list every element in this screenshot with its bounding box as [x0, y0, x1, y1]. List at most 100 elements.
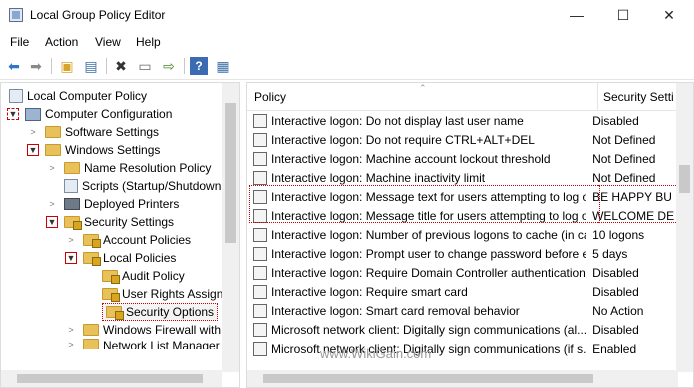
- tree-node-local-policies[interactable]: ▼ Local Policies: [65, 249, 176, 267]
- chevron-right-icon[interactable]: >: [46, 198, 58, 210]
- export-list-icon[interactable]: ⇨: [160, 57, 178, 75]
- tree-label: Account Policies: [103, 233, 192, 247]
- watermark: www.WikiGain.com: [320, 346, 432, 361]
- policy-setting-value: Not Defined: [592, 151, 656, 166]
- tree-node-name-resolution-policy[interactable]: > Name Resolution Policy: [46, 159, 211, 177]
- tree-node-scripts[interactable]: Scripts (Startup/Shutdown: [64, 177, 221, 195]
- tree-node-software-settings[interactable]: > Software Settings: [27, 123, 159, 141]
- policy-name: Interactive logon: Machine account locko…: [271, 151, 551, 166]
- policy-setting-icon: [253, 265, 267, 280]
- policy-name: Interactive logon: Smart card removal be…: [271, 303, 520, 318]
- close-button[interactable]: ✕: [646, 0, 692, 32]
- tree-label: Audit Policy: [122, 269, 185, 283]
- list-horizontal-scrollbar[interactable]: [247, 370, 678, 387]
- policy-name: Interactive logon: Prompt user to change…: [271, 246, 587, 261]
- folder-icon: [45, 126, 61, 138]
- chevron-down-icon[interactable]: ▼: [27, 144, 39, 156]
- tree-node-windows-firewall[interactable]: > Windows Firewall with: [65, 321, 221, 339]
- show-hide-tree-icon[interactable]: ▤: [82, 57, 100, 75]
- policy-row[interactable]: Interactive logon: Do not require CTRL+A…: [247, 130, 678, 149]
- policy-setting-icon: [253, 113, 267, 128]
- sort-ascending-icon: ⌃: [419, 83, 427, 93]
- selected-node-box[interactable]: Security Options: [102, 303, 219, 321]
- policy-setting-icon: [253, 284, 267, 299]
- tree-node-user-rights-assignment[interactable]: User Rights Assignm: [84, 285, 233, 303]
- list-hscroll-thumb[interactable]: [263, 374, 593, 383]
- policy-row[interactable]: Interactive logon: Machine account locko…: [247, 149, 678, 168]
- tree-vertical-scrollbar[interactable]: [222, 83, 239, 372]
- tree-node-account-policies[interactable]: > Account Policies: [65, 231, 191, 249]
- policy-setting-value: No Action: [592, 303, 644, 318]
- menu-help[interactable]: Help: [136, 35, 161, 49]
- column-header-security-setting[interactable]: Security Setti: [603, 90, 674, 104]
- security-folder-icon: [106, 306, 124, 320]
- script-icon: [64, 179, 78, 193]
- tree-node-root[interactable]: Local Computer Policy: [9, 87, 147, 105]
- chevron-right-icon[interactable]: >: [65, 339, 77, 349]
- tree-label: User Rights Assignm: [122, 287, 234, 301]
- tree-node-deployed-printers[interactable]: > Deployed Printers: [46, 195, 179, 213]
- up-folder-icon[interactable]: ▣: [58, 57, 76, 75]
- tree-node-audit-policy[interactable]: Audit Policy: [84, 267, 185, 285]
- column-divider[interactable]: [597, 83, 598, 111]
- tree-node-windows-settings[interactable]: ▼ Windows Settings: [27, 141, 160, 159]
- policy-row[interactable]: Interactive logon: Number of previous lo…: [247, 225, 678, 244]
- chevron-right-icon[interactable]: >: [27, 126, 39, 138]
- forward-arrow-icon[interactable]: ➡: [27, 57, 45, 75]
- menu-view[interactable]: View: [95, 35, 121, 49]
- tree-label: Scripts (Startup/Shutdown: [82, 179, 222, 193]
- chevron-right-icon[interactable]: >: [46, 162, 58, 174]
- policy-row[interactable]: Interactive logon: Require Domain Contro…: [247, 263, 678, 282]
- list-vertical-scrollbar[interactable]: [676, 83, 693, 372]
- policy-setting-icon: [253, 227, 267, 242]
- tree-label: Name Resolution Policy: [84, 161, 212, 175]
- delete-icon[interactable]: ✖: [112, 57, 130, 75]
- chevron-down-icon[interactable]: ▼: [65, 252, 77, 264]
- back-arrow-icon[interactable]: ⬅: [5, 57, 23, 75]
- policy-row[interactable]: Interactive logon: Smart card removal be…: [247, 301, 678, 320]
- policy-row[interactable]: Interactive logon: Prompt user to change…: [247, 244, 678, 263]
- tree-node-network-list-manager[interactable]: > Network List Manager: [65, 339, 220, 349]
- tree-node-security-options[interactable]: Security Options: [84, 303, 219, 321]
- toolbar: ⬅ ➡ ▣ ▤ ✖ ▭ ⇨ ? ▦: [0, 52, 694, 80]
- tree-label: Deployed Printers: [84, 197, 180, 211]
- policy-name: Interactive logon: Do not require CTRL+A…: [271, 132, 535, 147]
- gpedit-app-icon: [9, 8, 23, 22]
- policy-setting-value: Enabled: [592, 341, 637, 356]
- message-values-highlight: [598, 185, 678, 223]
- tree-scroll-thumb[interactable]: [225, 103, 236, 243]
- chevron-down-icon[interactable]: ▼: [46, 216, 58, 228]
- chevron-right-icon[interactable]: >: [65, 324, 77, 336]
- tree-node-security-settings[interactable]: ▼ Security Settings: [46, 213, 174, 231]
- window-title: Local Group Policy Editor: [30, 8, 166, 22]
- toggle-view-icon[interactable]: ▦: [214, 57, 232, 75]
- maximize-button[interactable]: ☐: [600, 0, 646, 32]
- list-header: ⌃ Policy Security Setti: [247, 83, 678, 111]
- minimize-button[interactable]: —: [554, 0, 600, 32]
- policy-row[interactable]: Microsoft network client: Digitally sign…: [247, 339, 678, 358]
- menu-action[interactable]: Action: [45, 35, 78, 49]
- policy-setting-value: Not Defined: [592, 170, 656, 185]
- tree-label: Security Options: [126, 305, 215, 319]
- chevron-down-icon[interactable]: ▼: [7, 108, 19, 120]
- list-scroll-thumb[interactable]: [679, 165, 690, 193]
- chevron-right-icon[interactable]: >: [65, 234, 77, 246]
- policy-setting-value: Disabled: [592, 322, 639, 337]
- toolbar-separator: [184, 58, 185, 74]
- tree-node-computer-configuration[interactable]: ▼ Computer Configuration: [7, 105, 172, 123]
- policy-row[interactable]: Interactive logon: Do not display last u…: [247, 111, 678, 130]
- tree-horizontal-scrollbar[interactable]: [1, 370, 222, 387]
- folder-icon: [64, 162, 80, 174]
- policy-row[interactable]: Microsoft network client: Digitally sign…: [247, 320, 678, 339]
- printer-icon: [64, 198, 80, 210]
- policy-setting-value: Disabled: [592, 265, 639, 280]
- menu-file[interactable]: File: [10, 35, 29, 49]
- properties-icon[interactable]: ▭: [136, 57, 154, 75]
- column-header-policy[interactable]: Policy: [254, 90, 286, 104]
- tree-label: Windows Settings: [65, 143, 161, 157]
- help-icon[interactable]: ?: [190, 57, 208, 75]
- computer-icon: [25, 107, 41, 121]
- policy-setting-icon: [253, 151, 267, 166]
- policy-row[interactable]: Interactive logon: Require smart card Dis…: [247, 282, 678, 301]
- tree-hscroll-thumb[interactable]: [17, 374, 203, 383]
